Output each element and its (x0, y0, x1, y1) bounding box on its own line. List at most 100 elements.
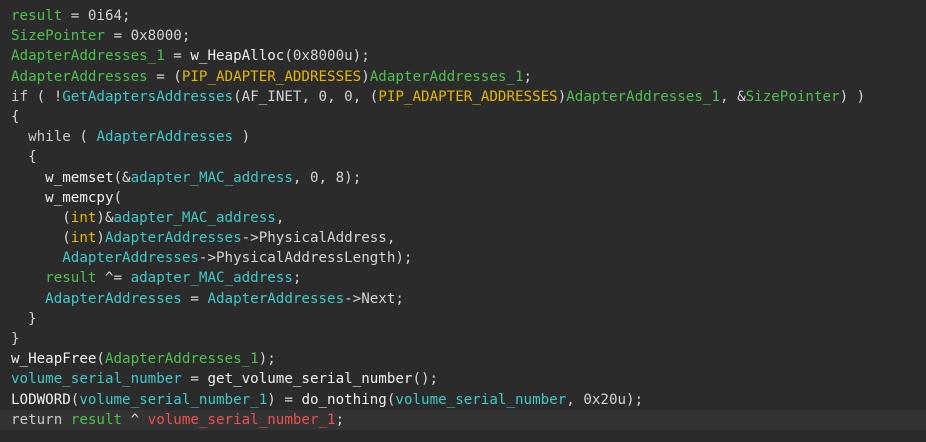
code-token-default-text: ; (335, 411, 345, 428)
code-token-default-text: (0x8000u); (284, 48, 370, 65)
code-line[interactable]: w_memset(&adapter_MAC_address, 0, 8); (11, 168, 926, 188)
code-token-global-variable[interactable]: adapter_MAC_address (114, 210, 276, 226)
code-token-function[interactable]: w_HeapAlloc (190, 48, 284, 64)
code-token-stack-variable[interactable]: volume_serial_number_1 (148, 412, 336, 428)
code-token-default-text: ->Next; (344, 290, 404, 307)
code-token-default-text: ) (96, 230, 105, 247)
code-line[interactable]: SizePointer = 0x8000; (11, 26, 926, 46)
code-token-global-variable[interactable]: volume_serial_number (11, 371, 182, 387)
code-token-global-variable[interactable]: volume_serial_number_1 (79, 392, 267, 408)
code-token-function[interactable]: get_volume_serial_number (207, 371, 412, 387)
code-token-default-text: = (164, 48, 191, 65)
code-token-function[interactable]: w_HeapFree (11, 351, 96, 367)
code-token-local-variable[interactable]: result (11, 8, 62, 24)
code-token-default-text: (); (412, 371, 439, 388)
code-line[interactable]: (int)AdapterAddresses->PhysicalAddress, (11, 228, 926, 248)
code-token-local-variable[interactable]: AdapterAddresses_1 (566, 89, 720, 105)
code-token-default-text: ) = (267, 391, 302, 408)
code-token-default-text (11, 190, 45, 206)
code-line[interactable]: w_memcpy( (11, 188, 926, 208)
code-token-default-text: ) (233, 129, 251, 146)
code-token-default-text: ) ) (839, 88, 866, 105)
code-token-global-variable[interactable]: volume_serial_number (395, 392, 566, 408)
code-token-default-text (11, 170, 45, 186)
code-token-default-text: , & (720, 88, 746, 105)
code-token-default-text: { (11, 108, 20, 125)
code-token-default-text: ) (557, 88, 567, 105)
code-line[interactable]: AdapterAddresses = AdapterAddresses->Nex… (11, 289, 926, 309)
code-token-local-variable[interactable]: result (71, 412, 122, 428)
code-token-default-text: ( (70, 129, 97, 146)
code-token-local-variable[interactable]: AdapterAddresses (11, 69, 148, 85)
code-token-keyword[interactable]: while (28, 129, 71, 145)
code-line[interactable]: { (11, 107, 926, 127)
code-token-global-variable[interactable]: AdapterAddresses (96, 129, 233, 145)
code-token-default-text: (& (113, 169, 131, 186)
code-token-default-text: ) (361, 68, 370, 85)
pseudocode-view[interactable]: result = 0i64; SizePointer = 0x8000; Adapt… (0, 0, 926, 442)
code-token-default-text: } (11, 331, 20, 347)
code-line[interactable]: result ^= adapter_MAC_address; (11, 268, 926, 288)
code-token-default-text: ); (258, 351, 276, 368)
code-line[interactable]: } (11, 309, 926, 329)
code-token-type[interactable]: int (71, 210, 97, 226)
code-token-global-variable[interactable]: adapter_MAC_address (131, 170, 293, 186)
code-token-default-text (11, 270, 45, 286)
code-line[interactable]: while ( AdapterAddresses ) (11, 127, 926, 147)
code-token-local-variable[interactable]: SizePointer (746, 89, 840, 105)
code-line[interactable]: } (11, 329, 926, 349)
code-token-default-text: , 0, 8); (292, 169, 362, 186)
code-token-local-variable[interactable]: result (45, 270, 96, 286)
code-line[interactable]: return result ^ volume_serial_number_1; (0, 409, 926, 430)
code-token-function[interactable]: do_nothing (301, 392, 386, 408)
code-token-default-text: ( ! (28, 88, 63, 105)
code-token-default-text: { (11, 149, 37, 166)
code-line[interactable]: AdapterAddresses = (PIP_ADAPTER_ADDRESSE… (11, 67, 926, 87)
code-token-default-text: ; (292, 270, 302, 287)
code-line[interactable]: AdapterAddresses_1 = w_HeapAlloc(0x8000u… (11, 46, 926, 66)
code-token-global-variable[interactable]: AdapterAddresses (62, 250, 199, 266)
code-token-default-text (62, 412, 71, 428)
code-token-default-text: ( (113, 189, 123, 206)
code-line[interactable]: (int)&adapter_MAC_address, (11, 208, 926, 228)
code-token-default-text: = 0i64; (62, 8, 131, 24)
code-token-default-text: )& (96, 209, 114, 226)
code-token-default-text: , (275, 209, 285, 226)
code-token-global-variable[interactable]: AdapterAddresses (105, 230, 242, 246)
code-token-default-text: ( (96, 351, 105, 368)
code-token-default-text: (AF_INET, 0, 0, ( (233, 88, 379, 105)
code-token-global-variable[interactable]: GetAdaptersAddresses (62, 89, 233, 105)
code-line[interactable]: { (11, 147, 926, 167)
code-line[interactable]: w_HeapFree(AdapterAddresses_1); (11, 349, 926, 369)
code-token-function[interactable]: w_memset (45, 170, 113, 186)
code-token-local-variable[interactable]: AdapterAddresses_1 (370, 69, 524, 85)
code-token-default-text: = ( (147, 68, 182, 85)
code-line[interactable]: result = 0i64; (11, 6, 926, 26)
code-token-global-variable[interactable]: AdapterAddresses (207, 291, 344, 307)
code-token-default-text: ( (11, 230, 71, 247)
code-token-type[interactable]: int (71, 230, 97, 246)
code-line[interactable]: AdapterAddresses->PhysicalAddressLength)… (11, 248, 926, 268)
code-line[interactable]: LODWORD(volume_serial_number_1) = do_not… (11, 390, 926, 410)
code-token-keyword[interactable]: if (11, 89, 28, 105)
code-token-type[interactable]: PIP_ADAPTER_ADDRESSES (182, 69, 361, 85)
code-token-default-text: ->PhysicalAddress, (241, 230, 396, 247)
code-token-local-variable[interactable]: AdapterAddresses_1 (105, 351, 259, 367)
code-token-default-text: } (11, 310, 37, 327)
code-token-keyword[interactable]: return (11, 412, 62, 428)
code-line[interactable]: if ( !GetAdaptersAddresses(AF_INET, 0, 0… (11, 87, 926, 107)
code-token-local-variable[interactable]: AdapterAddresses_1 (11, 48, 165, 64)
code-token-global-variable[interactable]: adapter_MAC_address (131, 270, 293, 286)
code-token-default-text: ^ (122, 411, 148, 428)
code-token-function[interactable]: w_memcpy (45, 190, 113, 206)
code-token-type[interactable]: PIP_ADAPTER_ADDRESSES (378, 89, 557, 105)
code-token-default-text (11, 291, 45, 307)
code-token-default-text: ^= (96, 270, 131, 287)
code-token-default-text: , 0x20u); (566, 391, 644, 408)
code-token-default-text (11, 129, 28, 145)
code-token-global-variable[interactable]: AdapterAddresses (45, 291, 182, 307)
code-token-default-text: = (181, 290, 208, 307)
code-token-local-variable[interactable]: SizePointer (11, 28, 105, 44)
code-line[interactable]: volume_serial_number = get_volume_serial… (11, 369, 926, 389)
code-token-function[interactable]: LODWORD (11, 392, 71, 408)
